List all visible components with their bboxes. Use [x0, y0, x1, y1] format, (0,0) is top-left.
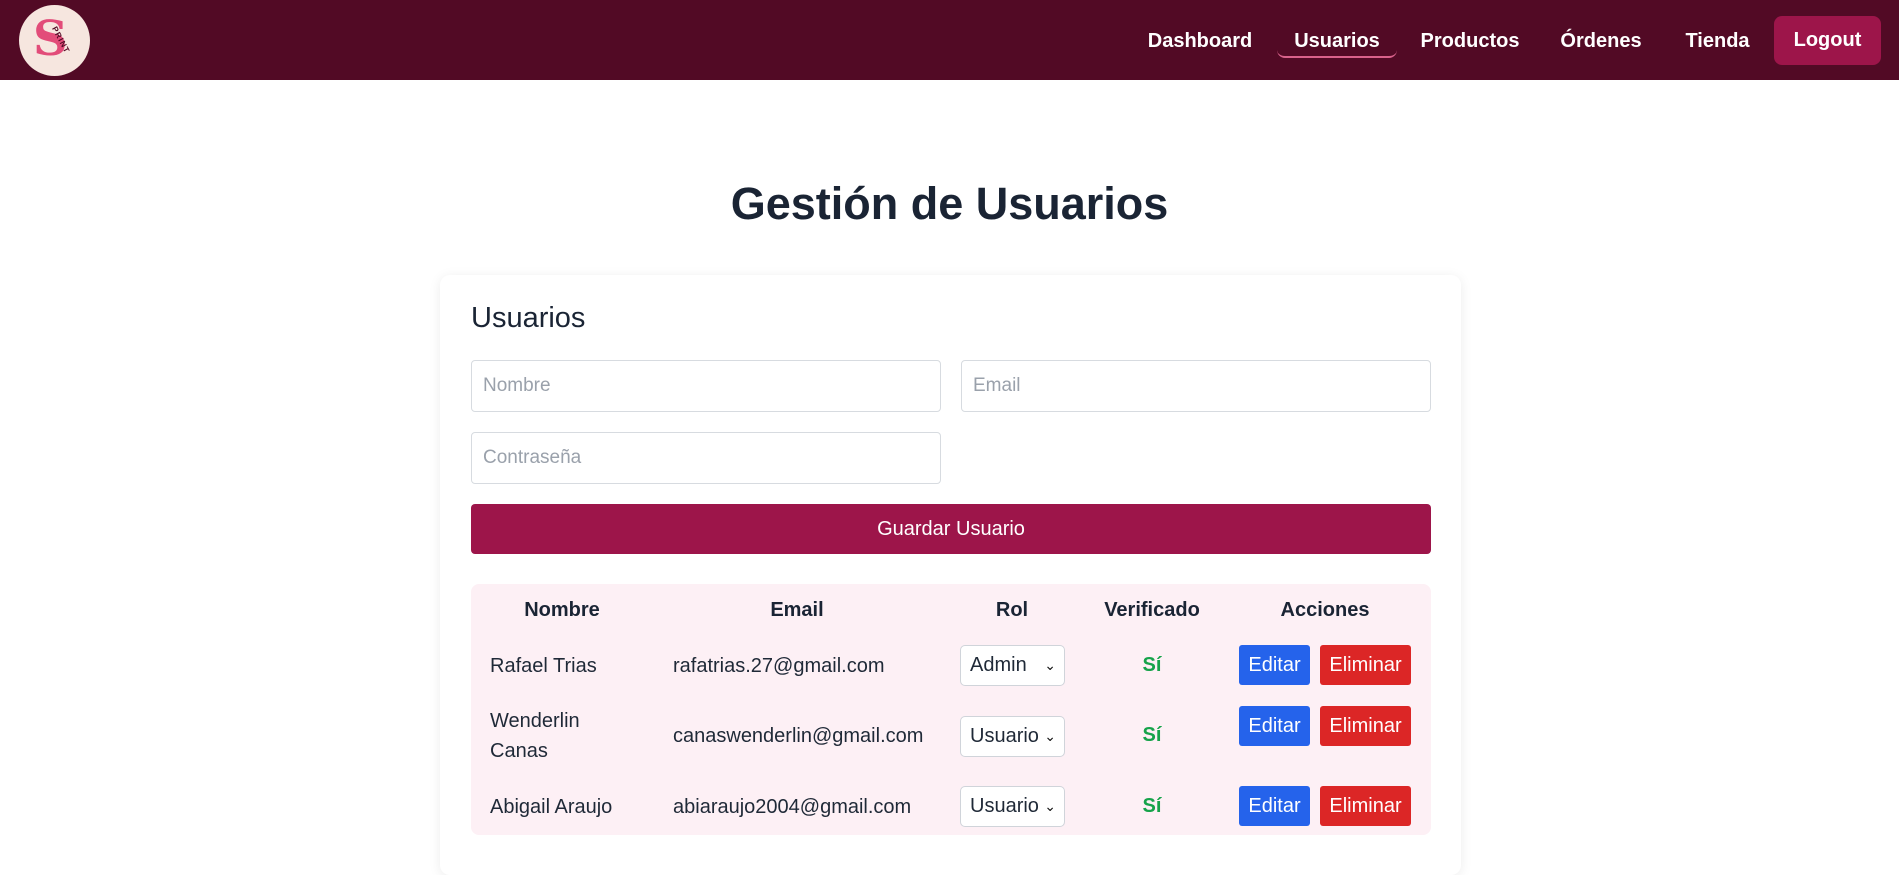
header-email: Email — [770, 599, 824, 621]
row-1-delete-button[interactable]: Eliminar — [1320, 645, 1411, 685]
chevron-down-icon: ⌄ — [1044, 798, 1056, 814]
row-1-name: Rafael Trias — [490, 655, 597, 677]
row-2-role-value: Usuario — [970, 725, 1039, 747]
header-verificado: Verificado — [1104, 599, 1200, 621]
row-3-role-select[interactable]: Usuario ⌄ — [960, 786, 1065, 827]
row-3-verified: Sí — [1142, 795, 1162, 817]
nav-link-tienda[interactable]: Tienda — [1678, 22, 1757, 58]
row-3-email: abiaraujo2004@gmail.com — [673, 796, 912, 818]
row-2-role-select[interactable]: Usuario ⌄ — [960, 716, 1065, 757]
header-nombre: Nombre — [524, 599, 600, 621]
save-user-button[interactable]: Guardar Usuario — [471, 504, 1431, 554]
top-navbar: S PRINT Dashboard Usuarios Productos Órd… — [0, 0, 1899, 80]
page-title: Gestión de Usuarios — [730, 178, 1169, 229]
chevron-down-icon: ⌄ — [1044, 657, 1056, 673]
row-1-edit-button[interactable]: Editar — [1239, 645, 1310, 685]
chevron-down-icon: ⌄ — [1044, 728, 1056, 744]
header-acciones: Acciones — [1280, 599, 1370, 621]
row-3-edit-button[interactable]: Editar — [1239, 786, 1310, 826]
brand-logo-icon[interactable]: S PRINT — [19, 5, 90, 76]
row-1-verified: Sí — [1142, 654, 1162, 676]
row-2-delete-button[interactable]: Eliminar — [1320, 706, 1411, 746]
row-1-role-value: Admin — [970, 654, 1027, 676]
name-input[interactable] — [471, 360, 941, 412]
row-2-name: Wenderlin Canas — [490, 710, 580, 762]
row-3-delete-button[interactable]: Eliminar — [1320, 786, 1411, 826]
card-title: Usuarios — [471, 302, 586, 334]
row-1-role-select[interactable]: Admin ⌄ — [960, 645, 1065, 686]
password-input[interactable] — [471, 432, 941, 484]
email-input[interactable] — [961, 360, 1431, 412]
header-rol: Rol — [995, 599, 1029, 621]
row-3-role-value: Usuario — [970, 795, 1039, 817]
nav-link-ordenes[interactable]: Órdenes — [1552, 22, 1650, 58]
row-2-email: canaswenderlin@gmail.com — [673, 725, 924, 747]
row-1-email: rafatrias.27@gmail.com — [673, 655, 885, 677]
logout-button[interactable]: Logout — [1774, 16, 1881, 65]
nav-link-productos[interactable]: Productos — [1416, 22, 1524, 58]
row-3-name: Abigail Araujo — [490, 796, 613, 818]
nav-link-usuarios[interactable]: Usuarios — [1277, 22, 1397, 58]
nav-link-dashboard[interactable]: Dashboard — [1142, 22, 1258, 58]
row-2-verified: Sí — [1142, 724, 1162, 746]
row-2-edit-button[interactable]: Editar — [1239, 706, 1310, 746]
